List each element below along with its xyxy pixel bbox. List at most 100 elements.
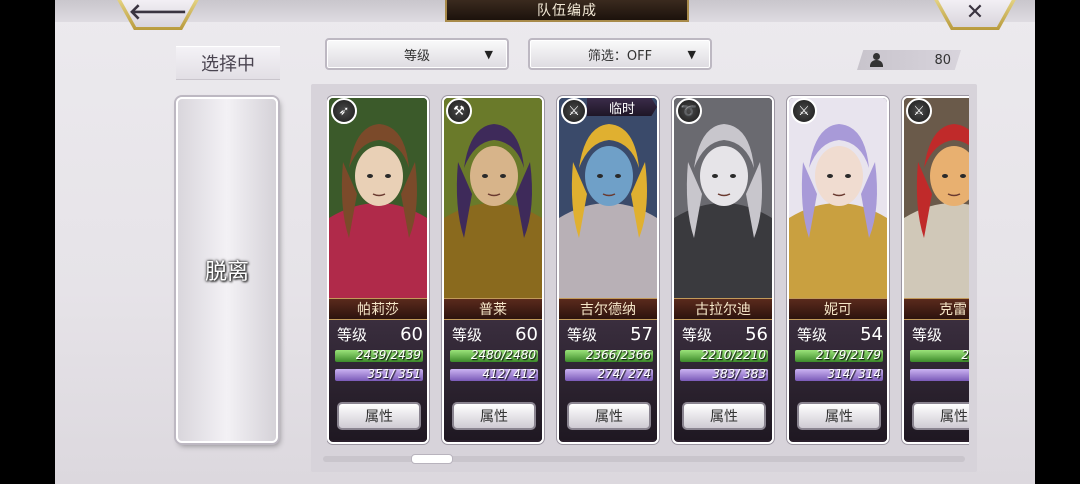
sword-icon: ⚔ [791, 98, 817, 124]
filter-value: 筛选：OFF [587, 48, 653, 64]
character-card[interactable]: ➶ 帕莉莎 等级 60 2439/2439 351/ 351 属性 [327, 96, 429, 444]
level-label: 等级 [567, 326, 598, 344]
hp-bar: 2179/2179 [795, 348, 883, 362]
level-row: 等级 [912, 324, 969, 346]
attributes-button[interactable]: 属性 [567, 402, 651, 430]
page-title: 队伍编成 [445, 0, 689, 22]
character-stats: 等级 2054/ 294/ 属性 [904, 320, 969, 440]
scrollbar-thumb[interactable] [411, 454, 453, 464]
character-portrait [559, 98, 657, 298]
letterbox-left [0, 0, 55, 484]
attributes-button[interactable]: 属性 [337, 402, 421, 430]
character-stats: 等级 54 2179/2179 314/ 314 属性 [789, 320, 887, 440]
level-value: 56 [745, 324, 768, 345]
mp-bar: 412/ 412 [450, 367, 538, 381]
character-name: 古拉尔迪 [674, 298, 772, 320]
level-row: 等级 54 [797, 324, 883, 346]
mp-value: 383/ 383 [712, 367, 766, 381]
mp-value: 314/ 314 [827, 367, 881, 381]
person-icon [869, 53, 883, 67]
filter-dropdown[interactable]: 筛选：OFF ▼ [528, 38, 712, 70]
hp-value: 2210/2210 [700, 348, 766, 362]
back-button[interactable]: 🡐 [115, 0, 201, 30]
hp-bar: 2439/2439 [335, 348, 423, 362]
unit-count-value: 80 [934, 52, 951, 68]
level-label: 等级 [682, 326, 713, 344]
sword-icon: ⚔ [906, 98, 932, 124]
sword-icon: ⚔ [561, 98, 587, 124]
level-label: 等级 [337, 326, 368, 344]
character-stats: 等级 56 2210/2210 383/ 383 属性 [674, 320, 772, 440]
close-button[interactable]: ✕ [932, 0, 1018, 30]
attributes-button[interactable]: 属性 [452, 402, 536, 430]
hp-bar: 2366/2366 [565, 348, 653, 362]
hp-bar: 2210/2210 [680, 348, 768, 362]
character-portrait [329, 98, 427, 298]
character-card[interactable]: ⚔ 临时 吉尔德纳 等级 57 2366/2366 274/ 274 属性 [557, 96, 659, 444]
level-label: 等级 [797, 326, 828, 344]
sort-value: 等级 [403, 48, 430, 64]
attributes-button[interactable]: 属性 [912, 402, 969, 430]
character-name: 普莱 [444, 298, 542, 320]
hp-bar: 2054/ [910, 348, 969, 362]
character-card[interactable]: ➰ 古拉尔迪 等级 56 2210/2210 383/ 383 属性 [672, 96, 774, 444]
mp-value: 294/ [910, 367, 969, 381]
attributes-button[interactable]: 属性 [797, 402, 881, 430]
level-label: 等级 [452, 326, 483, 344]
mp-value: 412/ 412 [482, 367, 536, 381]
horizontal-scrollbar[interactable] [323, 454, 965, 464]
mp-value: 274/ 274 [597, 367, 651, 381]
level-label: 等级 [912, 326, 943, 344]
character-card[interactable]: ⚒ 普莱 等级 60 2480/2480 412/ 412 属性 [442, 96, 544, 444]
back-arrow-icon: 🡐 [128, 0, 188, 25]
character-portrait [789, 98, 887, 298]
character-name: 妮可 [789, 298, 887, 320]
sort-dropdown[interactable]: 等级 ▼ [325, 38, 509, 70]
party-formation-screen: 🡐 队伍编成 ✕ 选择中 脱离 等级 ▼ 筛选：OFF ▼ 80 ➶ 帕莉莎 等… [55, 0, 1035, 484]
hp-value: 2054/ [961, 348, 969, 362]
mp-bar: 274/ 274 [565, 367, 653, 381]
character-portrait [444, 98, 542, 298]
card-list[interactable]: ➶ 帕莉莎 等级 60 2439/2439 351/ 351 属性 ⚒ 普莱 等… [327, 94, 969, 454]
character-name: 克雷 [904, 298, 969, 320]
chevron-down-icon: ▼ [687, 48, 696, 61]
character-card[interactable]: ⚔ 克雷 等级 2054/ 294/ 属性 [902, 96, 969, 444]
level-row: 等级 57 [567, 324, 653, 346]
level-value: 57 [630, 324, 653, 345]
mp-bar: 351/ 351 [335, 367, 423, 381]
character-stats: 等级 57 2366/2366 274/ 274 属性 [559, 320, 657, 440]
mp-bar: 383/ 383 [680, 367, 768, 381]
unit-count: 80 [857, 50, 961, 70]
mp-value: 351/ 351 [367, 367, 421, 381]
level-row: 等级 60 [337, 324, 423, 346]
character-stats: 等级 60 2439/2439 351/ 351 属性 [329, 320, 427, 440]
hp-bar: 2480/2480 [450, 348, 538, 362]
character-portrait [674, 98, 772, 298]
hp-value: 2366/2366 [585, 348, 651, 362]
attributes-button[interactable]: 属性 [682, 402, 766, 430]
mp-bar: 314/ 314 [795, 367, 883, 381]
character-name: 帕莉莎 [329, 298, 427, 320]
level-value: 54 [860, 324, 883, 345]
hp-value: 2480/2480 [470, 348, 536, 362]
bow-icon: ➶ [331, 98, 357, 124]
level-value: 60 [400, 324, 423, 345]
temporary-member-tag: 临时 [587, 98, 657, 116]
axe-icon: ⚒ [446, 98, 472, 124]
selecting-label: 选择中 [176, 46, 280, 80]
level-value: 60 [515, 324, 538, 345]
character-portrait [904, 98, 969, 298]
leave-label: 脱离 [204, 260, 249, 285]
hp-value: 2439/2439 [355, 348, 421, 362]
character-roster: ➶ 帕莉莎 等级 60 2439/2439 351/ 351 属性 ⚒ 普莱 等… [311, 84, 977, 472]
letterbox-right [1035, 0, 1080, 484]
character-stats: 等级 60 2480/2480 412/ 412 属性 [444, 320, 542, 440]
hp-value: 2179/2179 [815, 348, 881, 362]
level-row: 等级 56 [682, 324, 768, 346]
leave-party-button[interactable]: 脱离 [176, 97, 278, 443]
mp-bar: 294/ [910, 369, 969, 381]
character-card[interactable]: ⚔ 妮可 等级 54 2179/2179 314/ 314 属性 [787, 96, 889, 444]
whip-icon: ➰ [676, 98, 702, 124]
chevron-down-icon: ▼ [484, 48, 493, 61]
level-row: 等级 60 [452, 324, 538, 346]
